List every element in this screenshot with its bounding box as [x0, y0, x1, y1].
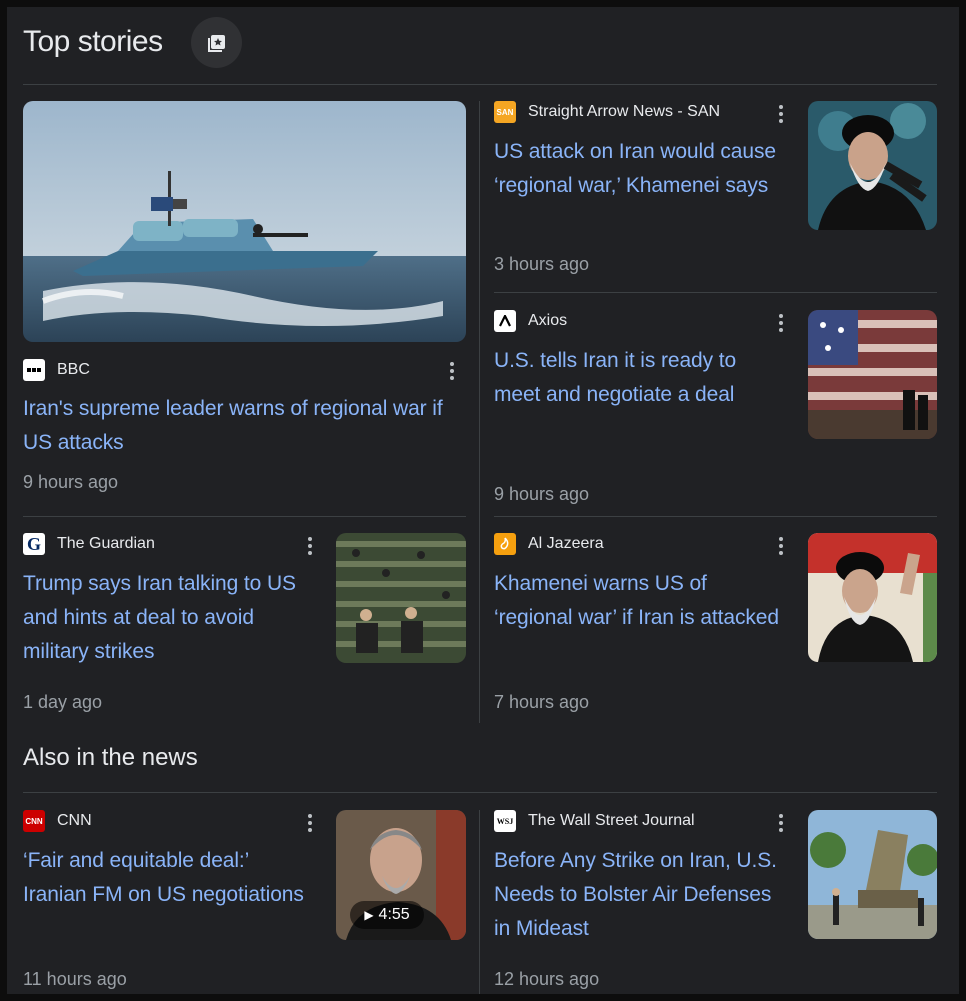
more-vert-icon — [779, 537, 783, 555]
story-divider — [23, 516, 466, 517]
story-card-wsj[interactable]: WSJ The Wall Street Journal Before Any S… — [494, 810, 937, 994]
story-card-axios[interactable]: Axios U.S. tells Iran it is ready to mee… — [494, 310, 937, 510]
story-divider — [494, 292, 937, 293]
story-thumbnail-parliament[interactable] — [336, 533, 466, 663]
story-headline[interactable]: U.S. tells Iran it is ready to meet and … — [494, 344, 784, 412]
story-card-guardian[interactable]: G The Guardian Trump says Iran talking t… — [23, 533, 466, 723]
story-thumbnail-air-defense[interactable] — [808, 810, 937, 939]
header-divider — [23, 84, 937, 85]
source-name: BBC — [57, 361, 90, 378]
story-time: 3 hours ago — [494, 254, 590, 274]
story-time: 1 day ago — [23, 692, 103, 712]
san-logo-icon: SAN — [494, 101, 516, 123]
video-duration-badge: ▶ 4:55 — [350, 901, 424, 929]
story-time: 11 hours ago — [23, 969, 127, 989]
more-vert-icon — [779, 105, 783, 123]
more-vert-icon — [779, 814, 783, 832]
more-vert-icon — [779, 314, 783, 332]
source-name: Al Jazeera — [528, 535, 604, 552]
source-name: CNN — [57, 812, 92, 829]
more-options-button[interactable] — [769, 102, 793, 126]
story-thumbnail-flag-mural[interactable] — [808, 310, 937, 439]
news-bookmark-icon — [207, 34, 225, 52]
story-time: 9 hours ago — [494, 484, 590, 504]
video-duration: 4:55 — [378, 906, 410, 923]
story-image-boat[interactable] — [23, 101, 466, 342]
source-name: The Guardian — [57, 535, 155, 552]
story-headline[interactable]: US attack on Iran would cause ‘regional … — [494, 135, 784, 203]
column-divider — [479, 101, 480, 723]
more-options-button[interactable] — [769, 534, 793, 558]
source-name: Axios — [528, 312, 568, 329]
more-options-button[interactable] — [769, 811, 793, 835]
more-vert-icon — [308, 537, 312, 555]
story-divider — [494, 516, 937, 517]
story-card-bbc[interactable]: BBC Iran's supreme leader warns of regio… — [23, 101, 466, 511]
story-headline[interactable]: Khamenei warns US of ‘regional war’ if I… — [494, 567, 784, 635]
story-source[interactable]: SAN Straight Arrow News - SAN — [494, 101, 720, 123]
source-name: The Wall Street Journal — [528, 812, 695, 829]
story-source[interactable]: WSJ The Wall Street Journal — [494, 810, 695, 832]
more-vert-icon — [308, 814, 312, 832]
play-icon: ▶ — [364, 908, 374, 922]
more-options-button[interactable] — [298, 811, 322, 835]
more-vert-icon — [450, 362, 454, 380]
news-badge-button[interactable] — [191, 17, 242, 68]
more-options-button[interactable] — [769, 311, 793, 335]
also-in-news-title: Also in the news — [23, 744, 198, 771]
story-card-san[interactable]: SAN Straight Arrow News - SAN US attack … — [494, 101, 937, 291]
video-thumbnail-iranian-fm[interactable]: ▶ 4:55 — [336, 810, 466, 940]
cnn-logo-icon: CNN — [23, 810, 45, 832]
story-time: 9 hours ago — [23, 472, 119, 492]
story-source[interactable]: CNN CNN — [23, 810, 92, 832]
story-thumbnail-khamenei[interactable] — [808, 101, 937, 230]
story-time: 7 hours ago — [494, 692, 590, 712]
story-source[interactable]: G The Guardian — [23, 533, 155, 555]
section-title: Top stories — [23, 25, 163, 58]
more-options-button[interactable] — [298, 534, 322, 558]
source-name: Straight Arrow News - SAN — [528, 103, 721, 120]
aljazeera-logo-icon — [494, 533, 516, 555]
story-time: 12 hours ago — [494, 969, 600, 989]
story-source[interactable]: Axios — [494, 310, 567, 332]
bbc-logo-icon — [23, 359, 45, 381]
story-source[interactable]: Al Jazeera — [494, 533, 604, 555]
wsj-logo-icon: WSJ — [494, 810, 516, 832]
more-options-button[interactable] — [440, 359, 464, 383]
column-divider — [479, 810, 480, 994]
story-thumbnail-khamenei-wave[interactable] — [808, 533, 937, 662]
story-card-aljazeera[interactable]: Al Jazeera Khamenei warns US of ‘regiona… — [494, 533, 937, 723]
axios-logo-icon — [494, 310, 516, 332]
top-stories-panel: Top stories BBC Iran's supreme leader wa… — [7, 7, 959, 994]
story-headline[interactable]: Iran's supreme leader warns of regional … — [23, 392, 466, 460]
story-card-cnn[interactable]: CNN CNN ‘Fair and equitable deal:’ Irani… — [23, 810, 466, 994]
story-headline[interactable]: ‘Fair and equitable deal:’ Iranian FM on… — [23, 844, 313, 912]
story-headline[interactable]: Trump says Iran talking to US and hints … — [23, 567, 323, 669]
story-source[interactable]: BBC — [23, 359, 90, 381]
story-headline[interactable]: Before Any Strike on Iran, U.S. Needs to… — [494, 844, 784, 946]
section-divider — [23, 792, 937, 793]
guardian-logo-icon: G — [23, 533, 45, 555]
